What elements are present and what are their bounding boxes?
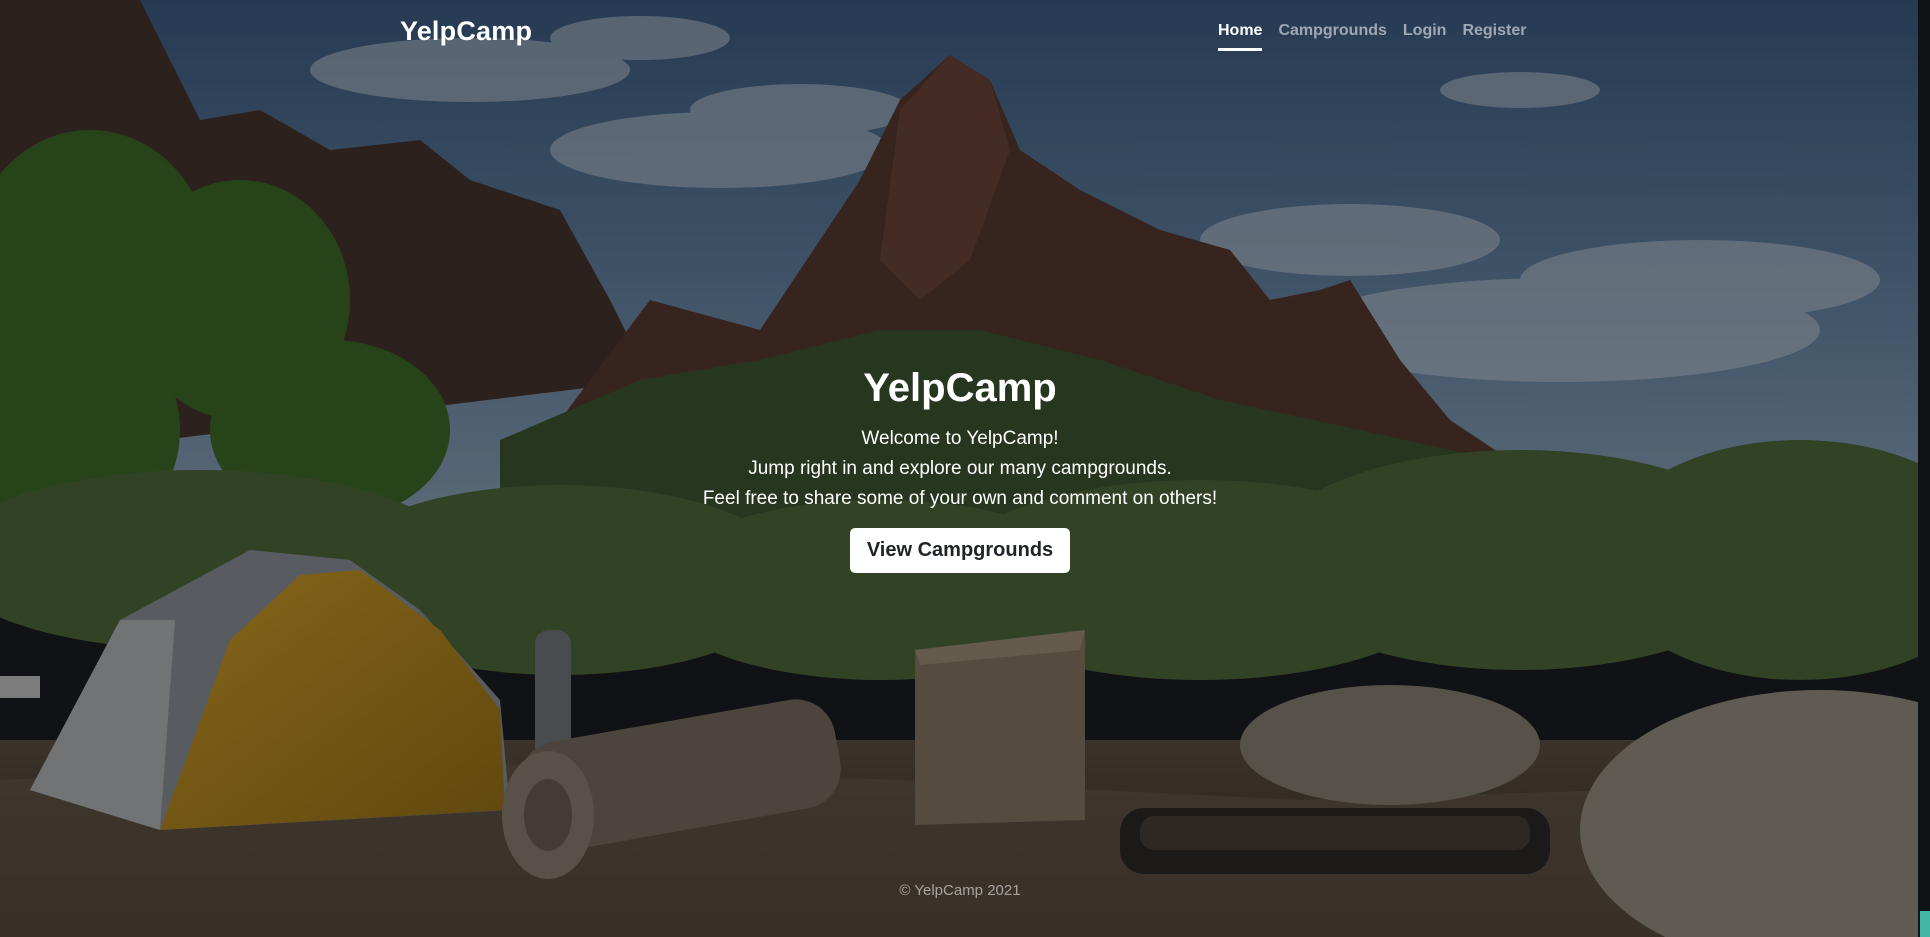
nav-home[interactable]: Home (1218, 22, 1263, 51)
hero-welcome-line: Welcome to YelpCamp! (861, 428, 1059, 449)
hero-explore-line: Jump right in and explore our many campg… (748, 458, 1172, 479)
nav-campgrounds[interactable]: Campgrounds (1278, 22, 1386, 51)
brand-logo[interactable]: YelpCamp (400, 16, 532, 47)
nav-login[interactable]: Login (1403, 22, 1447, 51)
footer-copyright: © YelpCamp 2021 (899, 882, 1021, 899)
nav-register[interactable]: Register (1462, 22, 1526, 51)
navbar: YelpCamp Home Campgrounds Login Register (0, 0, 1930, 66)
scrollbar-thumb[interactable] (1920, 911, 1930, 937)
footer: © YelpCamp 2021 (0, 882, 1920, 899)
hero-share-line: Feel free to share some of your own and … (702, 488, 1218, 509)
hero-title: YelpCamp (863, 366, 1057, 410)
view-campgrounds-button[interactable]: View Campgrounds (849, 528, 1071, 573)
nav-links: Home Campgrounds Login Register (1218, 22, 1526, 51)
landing-page: YelpCamp Home Campgrounds Login Register… (0, 0, 1930, 937)
hero: YelpCamp Welcome to YelpCamp! Jump right… (0, 364, 1920, 573)
